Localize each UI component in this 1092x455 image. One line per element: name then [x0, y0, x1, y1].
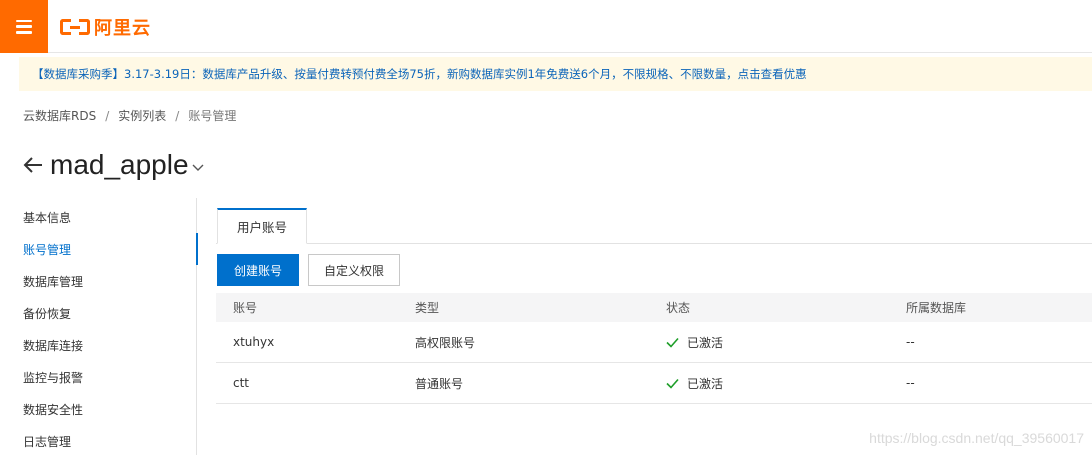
- account-type-cell: 普通账号: [415, 376, 464, 391]
- breadcrumb-account-management: 账号管理: [188, 109, 237, 123]
- check-icon: [666, 337, 679, 348]
- breadcrumb: 云数据库RDS / 实例列表 / 账号管理: [23, 107, 236, 124]
- sidebar-item-log-management[interactable]: 日志管理: [0, 425, 197, 455]
- top-navbar: 阿里云: [0, 0, 1092, 53]
- column-header-database: 所属数据库: [906, 301, 967, 315]
- hamburger-menu-icon[interactable]: [0, 0, 48, 53]
- sidebar-item-monitoring-alerts[interactable]: 监控与报警: [0, 361, 197, 393]
- chevron-down-icon[interactable]: [191, 161, 205, 175]
- sidebar-item-label: 数据安全性: [23, 402, 84, 417]
- sidebar-item-label: 账号管理: [23, 242, 72, 257]
- sidebar: 基本信息 账号管理 数据库管理 备份恢复 数据库连接 监控与报警 数据安全性 日…: [0, 198, 198, 455]
- tab-bar: 用户账号: [216, 208, 1092, 244]
- promo-notice-text[interactable]: 【数据库采购季】3.17-3.19日：数据库产品升级、按量付费转预付费全场75折…: [32, 66, 807, 82]
- table-row: xtuhyx 高权限账号 已激活 --: [216, 322, 1092, 363]
- status-text: 已激活: [687, 335, 724, 350]
- sidebar-item-database-management[interactable]: 数据库管理: [0, 265, 197, 297]
- sidebar-item-backup-restore[interactable]: 备份恢复: [0, 297, 197, 329]
- sidebar-item-basic-info[interactable]: 基本信息: [0, 201, 197, 233]
- account-database-cell: --: [906, 376, 915, 390]
- back-arrow-icon[interactable]: [22, 154, 44, 176]
- account-type-cell: 高权限账号: [415, 335, 476, 350]
- sidebar-item-label: 监控与报警: [23, 370, 84, 385]
- table-header: 账号 类型 状态 所属数据库: [216, 293, 1092, 322]
- account-name-cell: xtuhyx: [233, 335, 275, 349]
- check-icon: [666, 378, 679, 389]
- page-title: mad_apple: [50, 149, 189, 180]
- promo-notice-banner[interactable]: 【数据库采购季】3.17-3.19日：数据库产品升级、按量付费转预付费全场75折…: [19, 57, 1092, 91]
- sidebar-item-label: 数据库管理: [23, 274, 84, 289]
- accounts-table: 账号 类型 状态 所属数据库 xtuhyx 高权限账号 已激活 -- ctt 普…: [216, 293, 1092, 404]
- account-database-cell: --: [906, 335, 915, 349]
- sidebar-item-database-connection[interactable]: 数据库连接: [0, 329, 197, 361]
- breadcrumb-separator: /: [105, 108, 110, 123]
- logo-text: 阿里云: [94, 18, 151, 39]
- column-header-type: 类型: [415, 301, 440, 315]
- column-header-status: 状态: [666, 301, 691, 315]
- sidebar-item-label: 日志管理: [23, 434, 72, 449]
- account-status-cell: 已激活: [666, 322, 723, 362]
- sidebar-item-data-security[interactable]: 数据安全性: [0, 393, 197, 425]
- aliyun-logo[interactable]: 阿里云: [60, 15, 151, 39]
- sidebar-item-account-management[interactable]: 账号管理: [0, 233, 198, 265]
- custom-permissions-button[interactable]: 自定义权限: [308, 254, 400, 286]
- account-name-cell: ctt: [233, 376, 250, 390]
- watermark-text: https://blog.csdn.net/qq_39560017: [869, 430, 1084, 446]
- table-row: ctt 普通账号 已激活 --: [216, 363, 1092, 404]
- sidebar-item-label: 基本信息: [23, 210, 72, 225]
- account-status-cell: 已激活: [666, 363, 723, 403]
- breadcrumb-rds[interactable]: 云数据库RDS: [23, 107, 96, 124]
- tab-user-accounts[interactable]: 用户账号: [217, 208, 307, 244]
- breadcrumb-instance-list[interactable]: 实例列表: [118, 107, 166, 124]
- sidebar-item-label: 数据库连接: [23, 338, 84, 353]
- breadcrumb-separator: /: [175, 108, 180, 123]
- status-text: 已激活: [687, 376, 724, 391]
- column-header-account: 账号: [233, 301, 258, 315]
- sidebar-item-label: 备份恢复: [23, 306, 72, 321]
- create-account-button[interactable]: 创建账号: [217, 254, 299, 286]
- aliyun-logo-mark-icon: [60, 17, 90, 37]
- page-title-row: mad_apple: [22, 145, 205, 185]
